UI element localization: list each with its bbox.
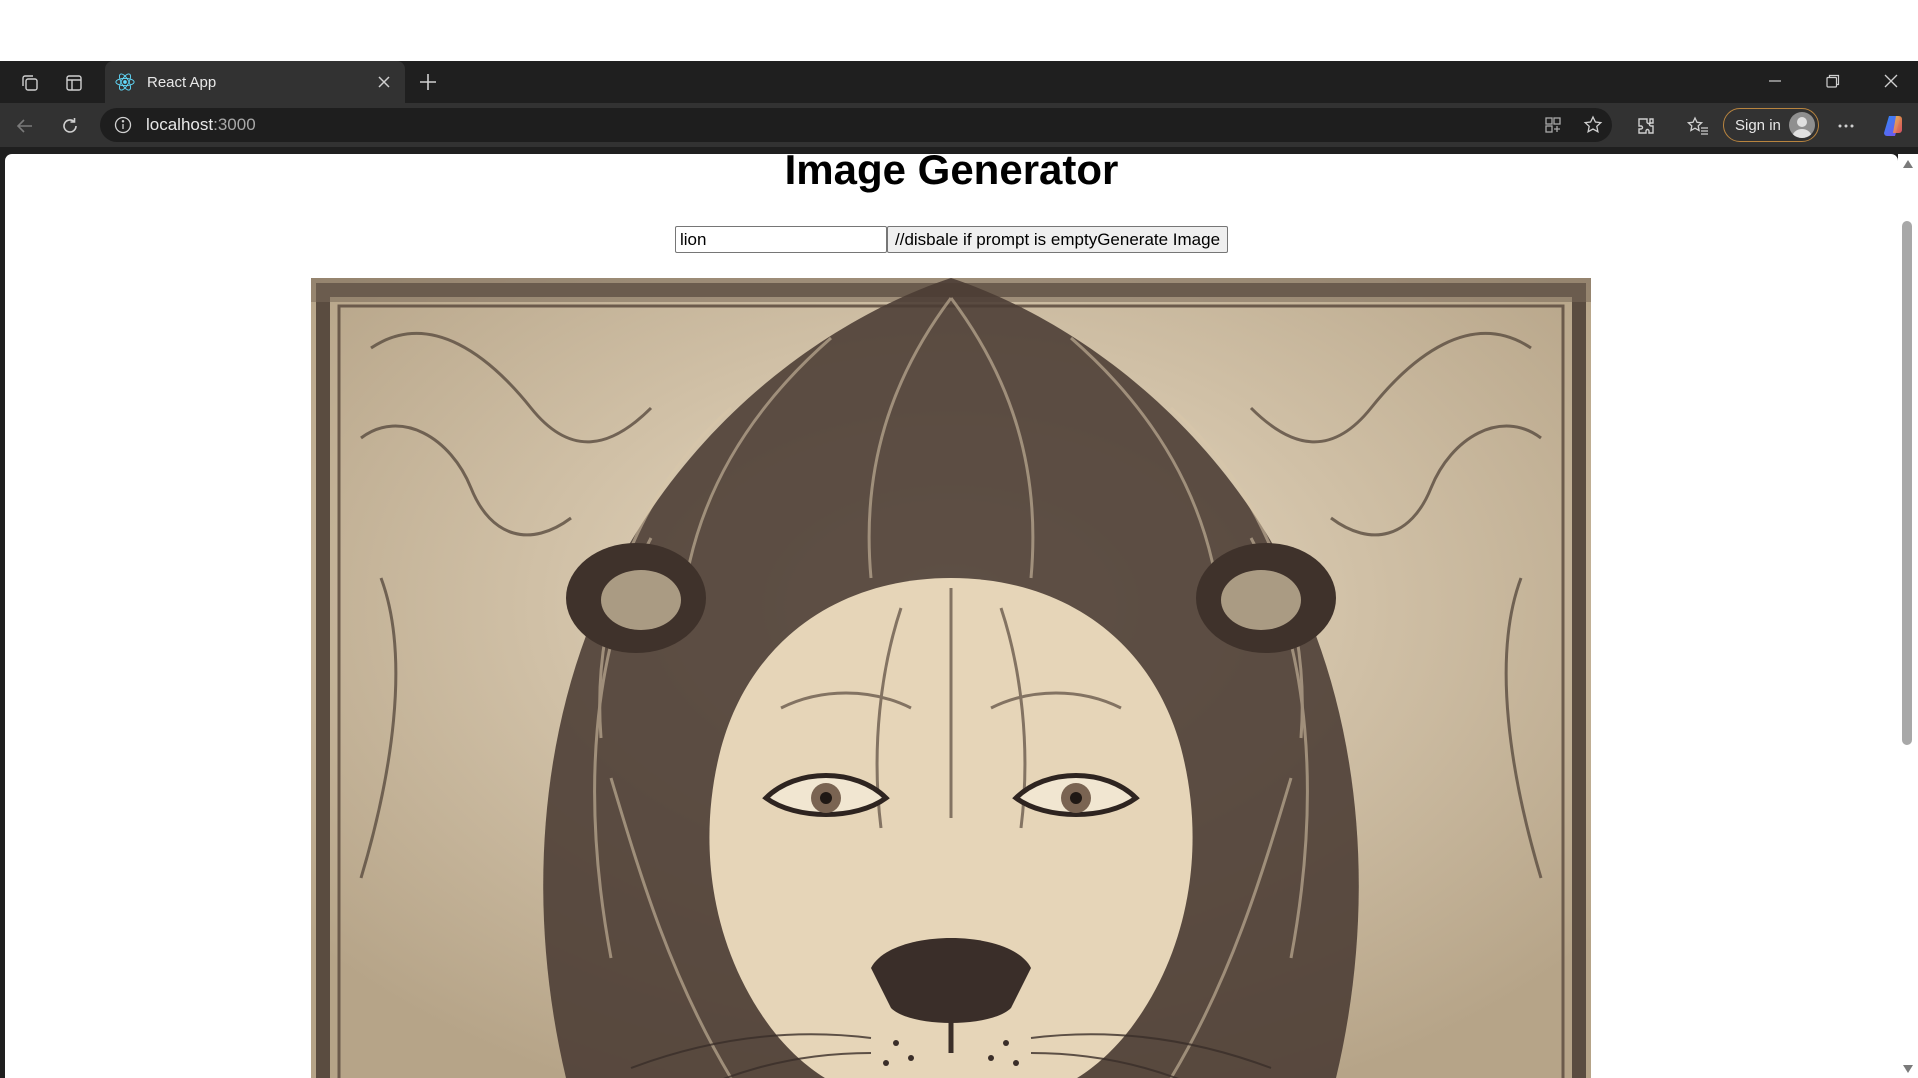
- close-window-icon[interactable]: [1862, 61, 1918, 101]
- profile-avatar-icon: [1789, 112, 1815, 138]
- tab-title: React App: [147, 73, 217, 91]
- generated-image: [311, 278, 1591, 1078]
- tab-strip: React App: [0, 61, 1918, 103]
- react-icon: [115, 72, 135, 92]
- sign-in-label: Sign in: [1735, 116, 1781, 134]
- back-icon[interactable]: [8, 109, 42, 143]
- prompt-input[interactable]: [675, 226, 887, 253]
- generate-image-button[interactable]: //disbale if prompt is emptyGenerate Ima…: [887, 226, 1229, 253]
- browser-toolbar: localhost:3000 Sign in: [0, 103, 1918, 147]
- scroll-down-arrow-icon[interactable]: [1903, 1065, 1913, 1073]
- sign-in-button[interactable]: Sign in: [1723, 108, 1819, 142]
- url-text: localhost:3000: [146, 115, 256, 134]
- copilot-icon[interactable]: [1876, 109, 1910, 143]
- tab-close-icon[interactable]: [371, 69, 397, 95]
- favorites-icon[interactable]: [1681, 109, 1715, 143]
- extensions-icon[interactable]: [1629, 109, 1663, 143]
- scroll-up-arrow-icon[interactable]: [1903, 160, 1913, 168]
- prompt-form: //disbale if prompt is emptyGenerate Ima…: [675, 226, 1229, 253]
- site-info-icon[interactable]: [112, 114, 134, 136]
- refresh-icon[interactable]: [53, 109, 87, 143]
- minimize-icon[interactable]: [1746, 61, 1804, 101]
- more-options-icon[interactable]: [1829, 109, 1863, 143]
- page-title: Image Generator: [784, 154, 1119, 193]
- vertical-tabs-icon[interactable]: [59, 68, 89, 98]
- address-bar[interactable]: localhost:3000: [100, 108, 1612, 142]
- scrollbar-thumb[interactable]: [1902, 221, 1912, 745]
- workspaces-icon[interactable]: [15, 68, 45, 98]
- favorite-star-icon[interactable]: [1576, 108, 1610, 142]
- tab-react-app[interactable]: React App: [105, 61, 405, 103]
- page-viewport: Image Generator //disbale if prompt is e…: [5, 154, 1898, 1078]
- browser-window: React App localhost:3000 Sign in Image G…: [0, 61, 1918, 1078]
- app-available-icon[interactable]: [1536, 108, 1570, 142]
- new-tab-icon[interactable]: [413, 67, 443, 97]
- screen-top-margin: [0, 0, 1918, 61]
- restore-icon[interactable]: [1804, 61, 1862, 101]
- page-scrollbar[interactable]: [1898, 154, 1918, 1078]
